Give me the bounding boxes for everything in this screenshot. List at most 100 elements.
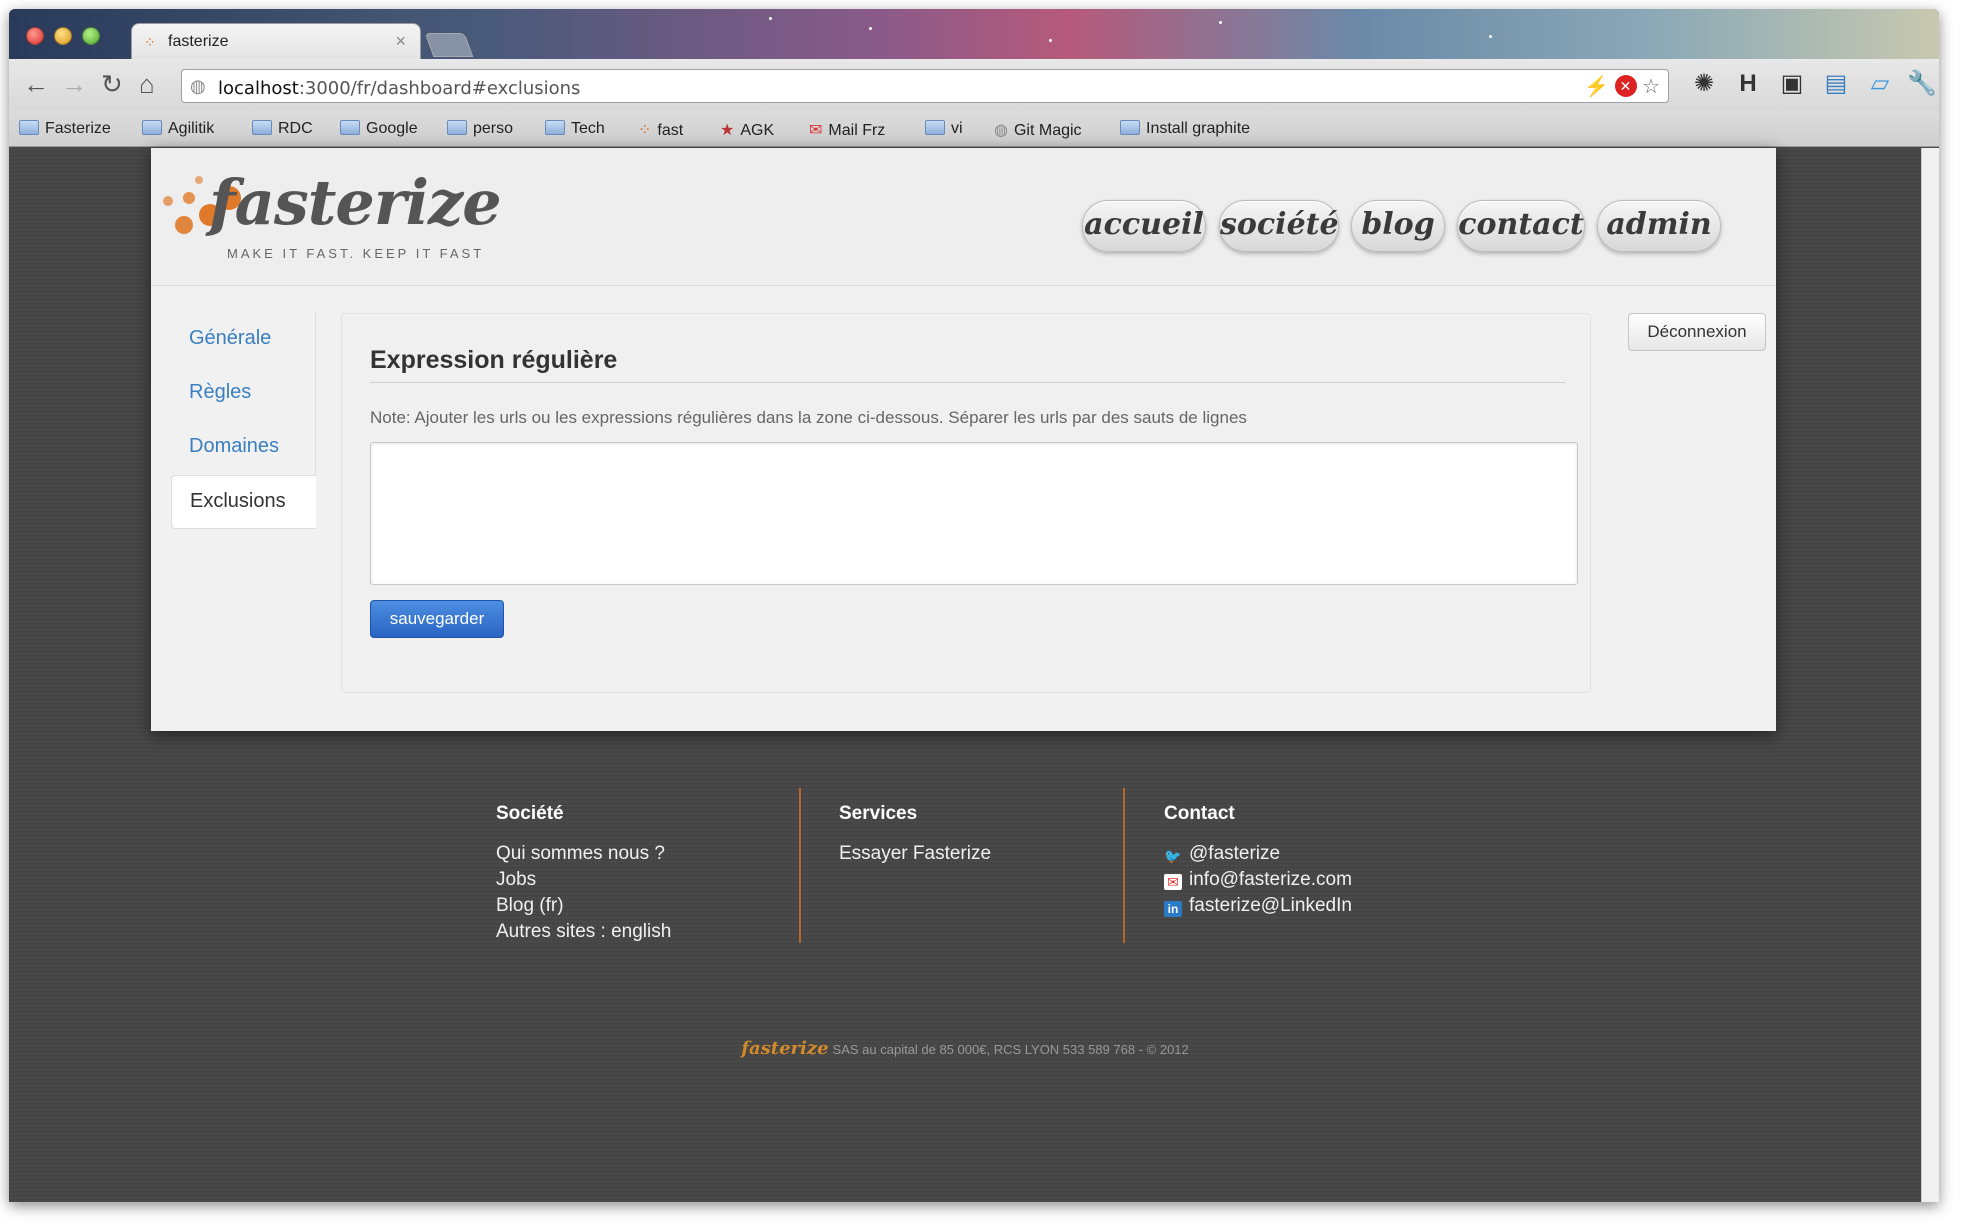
star-icon: ★ bbox=[720, 122, 735, 139]
folder-icon bbox=[340, 120, 360, 135]
gear-extension-icon[interactable]: ✺ bbox=[1689, 69, 1719, 99]
address-bar[interactable]: ◍ localhost:3000/fr/dashboard#exclusions… bbox=[181, 69, 1669, 103]
nav-societe[interactable]: société bbox=[1219, 200, 1339, 252]
footer-link-label: fasterize@LinkedIn bbox=[1189, 895, 1352, 916]
star-icon[interactable]: ☆ bbox=[1642, 76, 1660, 98]
copyright: fasterize SAS au capital de 85 000€, RCS … bbox=[9, 1038, 1921, 1059]
bookmark-label: vi bbox=[951, 120, 963, 137]
footer-societe: Société Qui sommes nous ? Jobs Blog (fr)… bbox=[496, 803, 671, 945]
fasterize-favicon-icon: ⁘ bbox=[144, 34, 156, 50]
sidebar: Générale Règles Domaines Exclusions bbox=[171, 313, 316, 529]
bookmark-tech[interactable]: Tech bbox=[545, 120, 605, 138]
footer-link-jobs[interactable]: Jobs bbox=[496, 867, 671, 893]
logo-dot bbox=[183, 192, 195, 204]
folder-icon bbox=[142, 120, 162, 135]
bookmark-agilitik[interactable]: Agilitik bbox=[142, 120, 214, 138]
copyright-text: SAS au capital de 85 000€, RCS LYON 533 … bbox=[832, 1042, 1189, 1057]
panel-divider bbox=[370, 382, 1565, 383]
folder-icon bbox=[19, 120, 39, 135]
globe-icon: ◍ bbox=[994, 122, 1008, 139]
reload-icon[interactable]: ↻ bbox=[101, 69, 123, 99]
footer-services: Services Essayer Fasterize bbox=[839, 803, 991, 867]
bookmark-rdc[interactable]: RDC bbox=[252, 120, 313, 138]
globe-icon: ◍ bbox=[190, 76, 206, 96]
tagline: MAKE IT FAST. KEEP IT FAST bbox=[227, 246, 485, 261]
logo-dot bbox=[163, 196, 173, 206]
close-window-button[interactable] bbox=[26, 27, 44, 45]
nav-accueil[interactable]: accueil bbox=[1082, 200, 1206, 252]
tab-title: fasterize bbox=[168, 33, 229, 50]
footer-link-label: @fasterize bbox=[1189, 843, 1281, 864]
wrench-icon[interactable]: 🔧 bbox=[1907, 69, 1937, 99]
bookmark-label: Agilitik bbox=[168, 120, 215, 137]
regex-textarea[interactable] bbox=[370, 442, 1578, 585]
folder-icon bbox=[1120, 120, 1140, 135]
bookmark-git-magic[interactable]: ◍ Git Magic bbox=[994, 120, 1082, 140]
bookmark-fast[interactable]: ⁘ fast bbox=[638, 120, 683, 140]
footer-link-qui-sommes-nous[interactable]: Qui sommes nous ? bbox=[496, 841, 671, 867]
footer-divider bbox=[799, 788, 801, 943]
bookmark-agk[interactable]: ★ AGK bbox=[720, 120, 774, 140]
bookmark-google[interactable]: Google bbox=[340, 120, 418, 138]
site-header: fasterize MAKE IT FAST. KEEP IT FAST acc… bbox=[151, 148, 1776, 286]
logo-text: fasterize bbox=[209, 166, 502, 239]
bookmarks-bar: Fasterize Agilitik RDC Google perso Tech… bbox=[9, 111, 1939, 147]
footer-link-twitter[interactable]: 🐦 @fasterize bbox=[1164, 841, 1352, 867]
nav-contact[interactable]: contact bbox=[1457, 200, 1585, 252]
folder-icon bbox=[925, 120, 945, 135]
folder-icon bbox=[252, 120, 272, 135]
bookmark-fasterize[interactable]: Fasterize bbox=[19, 120, 111, 138]
gmail-icon: ✉ bbox=[809, 122, 823, 139]
footer-link-essayer[interactable]: Essayer Fasterize bbox=[839, 841, 991, 867]
footer-link-linkedin[interactable]: in fasterize@LinkedIn bbox=[1164, 893, 1352, 919]
sidebar-item-generale[interactable]: Générale bbox=[171, 313, 316, 367]
url-path: :3000/fr/dashboard#exclusions bbox=[298, 78, 581, 99]
home-icon[interactable]: ⌂ bbox=[139, 69, 155, 99]
page-viewport: fasterize MAKE IT FAST. KEEP IT FAST acc… bbox=[9, 148, 1921, 1202]
bookmark-mail-frz[interactable]: ✉ Mail Frz bbox=[809, 120, 885, 140]
logout-button[interactable]: Déconnexion bbox=[1628, 313, 1766, 351]
bookmark-vi[interactable]: vi bbox=[925, 120, 963, 138]
minimize-window-button[interactable] bbox=[54, 27, 72, 45]
bookmark-label: Tech bbox=[571, 120, 605, 137]
save-button[interactable]: sauvegarder bbox=[370, 600, 504, 638]
evernote-extension-icon[interactable]: ▣ bbox=[1777, 69, 1807, 99]
browser-tab[interactable]: ⁘ fasterize × bbox=[131, 23, 421, 59]
flash-icon[interactable]: ⚡ bbox=[1584, 76, 1609, 98]
bookmark-install-graphite[interactable]: Install graphite bbox=[1120, 120, 1250, 138]
nav-admin[interactable]: admin bbox=[1597, 200, 1721, 252]
zoom-window-button[interactable] bbox=[82, 27, 100, 45]
footer-link-autres-sites[interactable]: Autres sites : english bbox=[496, 919, 671, 945]
address-url: localhost:3000/fr/dashboard#exclusions bbox=[218, 78, 580, 99]
nav-blog[interactable]: blog bbox=[1351, 200, 1445, 252]
bookmark-label: fast bbox=[657, 122, 684, 139]
omnibox-icons: ⚡ ✕ ☆ bbox=[1584, 74, 1660, 99]
browser-window: ⁘ fasterize × ← → ↻ ⌂ ◍ localhost:3000/f… bbox=[9, 9, 1939, 1202]
back-icon[interactable]: ← bbox=[23, 69, 49, 99]
footer-divider bbox=[1123, 788, 1125, 943]
footer-link-email[interactable]: ✉ info@fasterize.com bbox=[1164, 867, 1352, 893]
blocked-icon[interactable]: ✕ bbox=[1614, 75, 1637, 97]
footer-societe-title: Société bbox=[496, 803, 564, 824]
linkedin-icon: in bbox=[1164, 901, 1182, 917]
new-tab-button[interactable] bbox=[424, 33, 474, 57]
tab-close-icon[interactable]: × bbox=[395, 31, 406, 52]
forward-icon[interactable]: → bbox=[61, 69, 87, 99]
screen-extension-icon[interactable]: ▤ bbox=[1821, 69, 1851, 99]
sidebar-item-regles[interactable]: Règles bbox=[171, 367, 316, 421]
mail-icon: ✉ bbox=[1164, 874, 1182, 890]
h-extension-icon[interactable]: H bbox=[1733, 69, 1763, 99]
window-extension-icon[interactable]: ▱ bbox=[1865, 69, 1895, 99]
bookmark-label: AGK bbox=[740, 122, 775, 139]
twitter-icon: 🐦 bbox=[1164, 848, 1182, 864]
bookmark-perso[interactable]: perso bbox=[447, 120, 513, 138]
fasterize-favicon-icon: ⁘ bbox=[638, 122, 652, 139]
sidebar-item-domaines[interactable]: Domaines bbox=[171, 421, 316, 475]
browser-toolbar: ← → ↻ ⌂ ◍ localhost:3000/fr/dashboard#ex… bbox=[9, 59, 1939, 111]
bookmark-label: Fasterize bbox=[45, 120, 111, 137]
sidebar-item-exclusions[interactable]: Exclusions bbox=[171, 475, 316, 529]
bookmark-label: RDC bbox=[278, 120, 313, 137]
scrollbar[interactable] bbox=[1921, 148, 1939, 1202]
footer-link-blog[interactable]: Blog (fr) bbox=[496, 893, 671, 919]
url-host: localhost bbox=[218, 78, 299, 99]
